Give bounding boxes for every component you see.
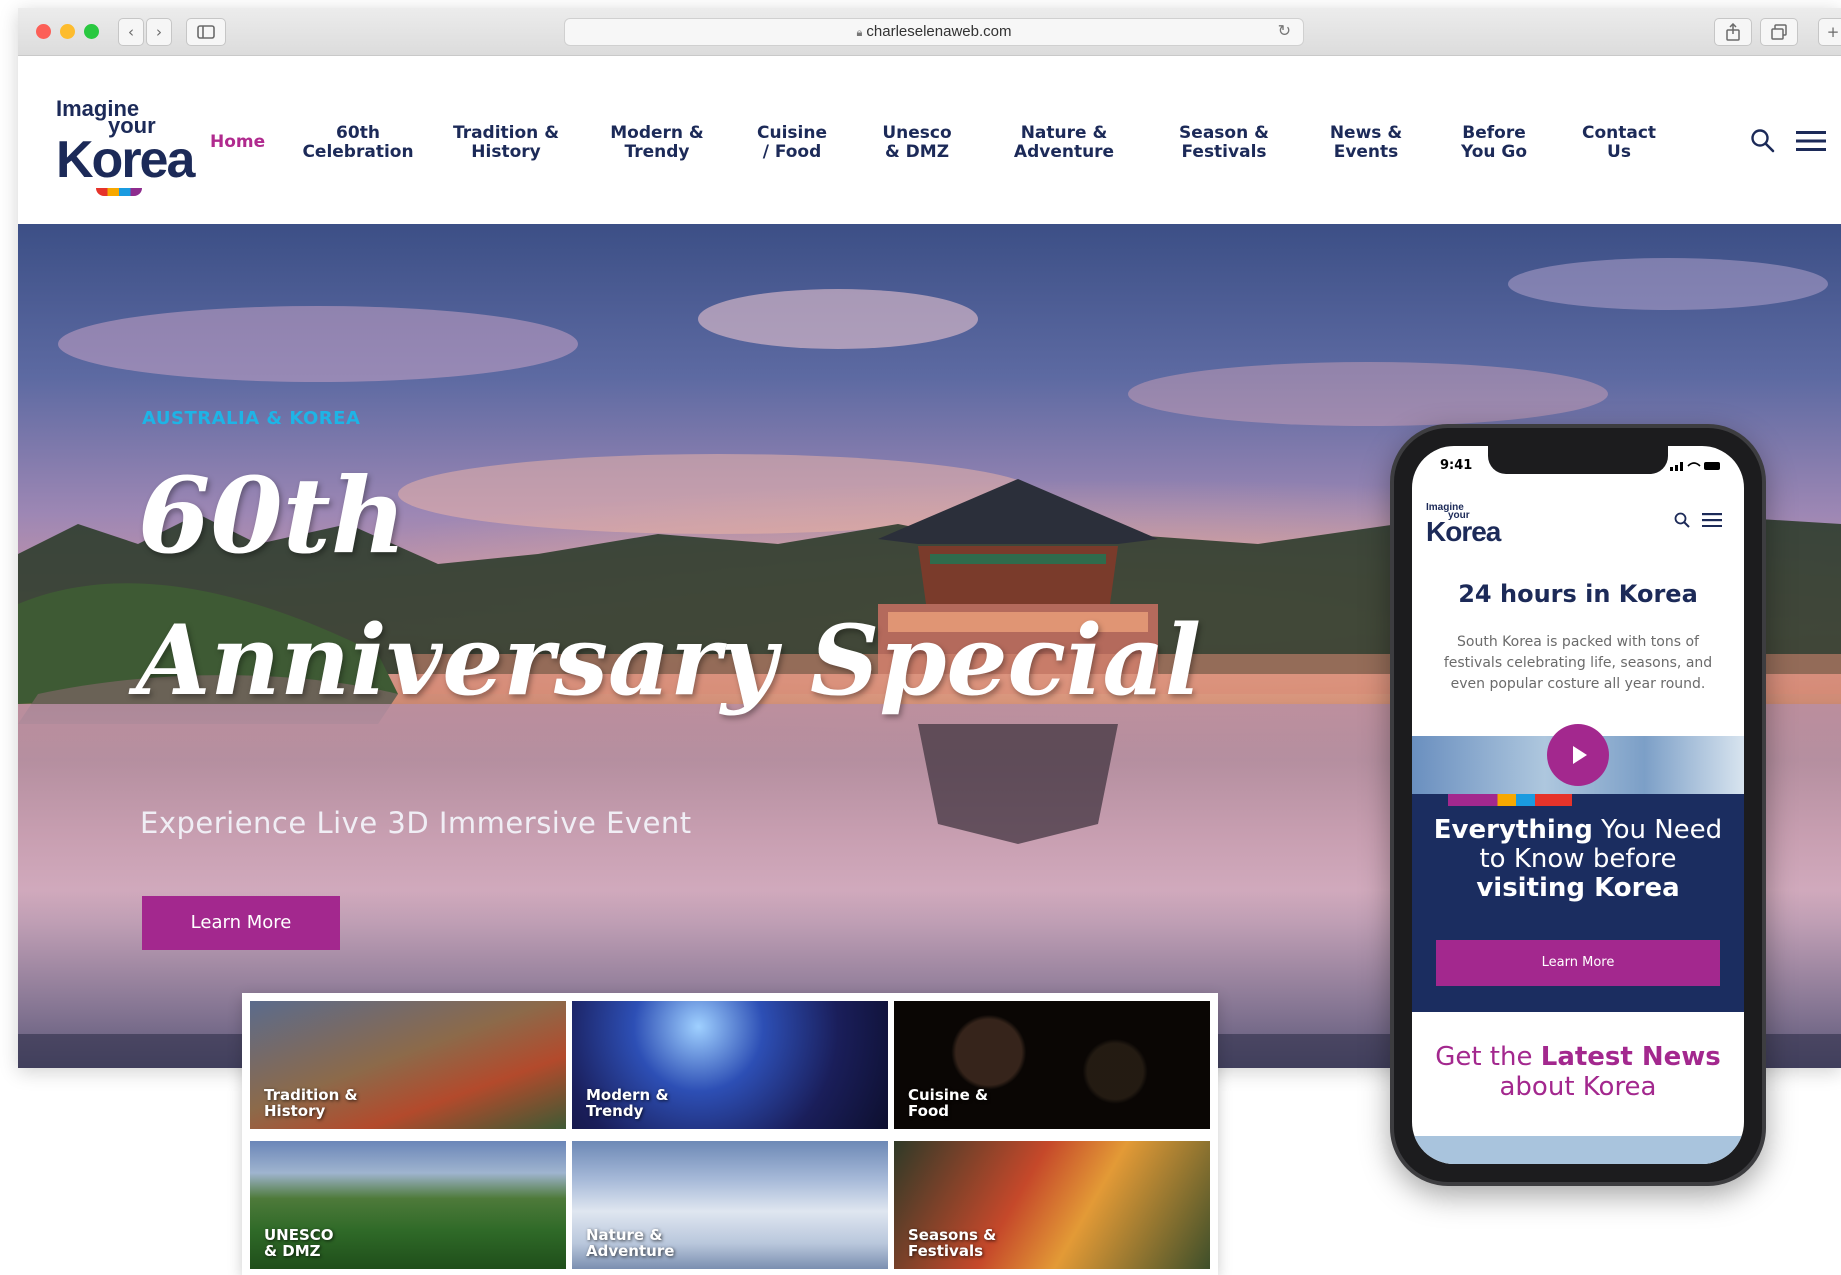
mobile-feature-title: Everything You Need to Know before visit… bbox=[1422, 816, 1734, 903]
url-text: charleselenaweb.com bbox=[866, 23, 1012, 40]
tile-tradition-history[interactable]: Tradition & History bbox=[250, 1001, 566, 1129]
tile-label: Nature & Adventure bbox=[586, 1226, 675, 1260]
status-icons bbox=[1670, 462, 1720, 471]
share-icon bbox=[1726, 22, 1740, 41]
search-icon[interactable] bbox=[1750, 128, 1776, 154]
sidebar-icon bbox=[197, 25, 215, 39]
mobile-logo-korea: Korea bbox=[1426, 516, 1501, 547]
phone-notch bbox=[1488, 446, 1668, 474]
nav-home[interactable]: Home bbox=[210, 133, 265, 152]
mobile-menu-icon[interactable] bbox=[1702, 513, 1722, 527]
mobile-bottom-image bbox=[1412, 1136, 1744, 1164]
minimize-window-button[interactable] bbox=[60, 24, 75, 39]
tabs-overview-button[interactable] bbox=[1760, 18, 1798, 46]
nav-60th-celebration[interactable]: 60th Celebration bbox=[290, 124, 426, 162]
mobile-news-heading: Get the Latest News about Korea bbox=[1412, 1042, 1744, 1102]
play-icon bbox=[1573, 746, 1587, 764]
tile-label: Modern & Trendy bbox=[586, 1086, 669, 1120]
nav-before-you-go[interactable]: Before You Go bbox=[1448, 124, 1540, 162]
nav-cuisine-food[interactable]: Cuisine / Food bbox=[746, 124, 838, 162]
learn-more-button[interactable]: Learn More bbox=[142, 896, 340, 950]
nav-nature-adventure[interactable]: Nature & Adventure bbox=[992, 124, 1136, 162]
news-heading-plain: Get the bbox=[1435, 1042, 1541, 1072]
hero-title-line-1: 60th bbox=[138, 454, 407, 577]
site-header: Imagine your Korea Home 60th Celebration… bbox=[18, 56, 1841, 224]
news-heading-bold: Latest News bbox=[1540, 1042, 1721, 1072]
mobile-logo[interactable]: Imagine your Korea bbox=[1426, 502, 1506, 554]
logo-text-korea: Korea bbox=[56, 131, 195, 189]
hero-kicker: AUSTRALIA & KOREA bbox=[142, 408, 361, 429]
news-heading-line-2: about Korea bbox=[1499, 1072, 1657, 1102]
play-button[interactable] bbox=[1547, 724, 1609, 786]
feature-title-line-2: to Know before bbox=[1479, 844, 1677, 874]
tile-label: Cuisine & Food bbox=[908, 1086, 989, 1120]
tile-label: UNESCO & DMZ bbox=[264, 1226, 334, 1260]
hero-title-line-2: Anniversary Special bbox=[136, 604, 1202, 717]
close-window-button[interactable] bbox=[36, 24, 51, 39]
address-bar[interactable]: 🔒︎ charleselenaweb.com ↻ bbox=[564, 18, 1304, 46]
nav-unesco-dmz[interactable]: Unesco & DMZ bbox=[872, 124, 962, 162]
forward-button[interactable]: › bbox=[146, 18, 172, 46]
mobile-color-stripe bbox=[1448, 794, 1572, 806]
nav-contact-us[interactable]: Contact Us bbox=[1568, 124, 1670, 162]
hero-subtitle: Experience Live 3D Immersive Event bbox=[140, 806, 692, 840]
menu-icon[interactable] bbox=[1796, 130, 1826, 152]
tile-unesco-dmz[interactable]: UNESCO & DMZ bbox=[250, 1141, 566, 1269]
status-time: 9:41 bbox=[1440, 458, 1473, 473]
logo-color-stripe bbox=[96, 188, 142, 196]
share-button[interactable] bbox=[1714, 18, 1752, 46]
phone-screen: 9:41 Imagine your Korea 24 hours in Kore… bbox=[1412, 446, 1744, 1164]
tile-modern-trendy[interactable]: Modern & Trendy bbox=[572, 1001, 888, 1129]
reload-icon[interactable]: ↻ bbox=[1278, 19, 1291, 45]
feature-title-rest-1: You Need bbox=[1592, 815, 1723, 845]
mobile-search-icon[interactable] bbox=[1674, 512, 1690, 528]
new-tab-button[interactable]: + bbox=[1818, 18, 1841, 46]
lock-icon: 🔒︎ bbox=[856, 27, 863, 39]
tabs-icon bbox=[1771, 24, 1787, 40]
tile-label: Tradition & History bbox=[264, 1086, 358, 1120]
zoom-window-button[interactable] bbox=[84, 24, 99, 39]
sidebar-toggle-button[interactable] bbox=[186, 18, 226, 46]
feature-title-bold-1: Everything bbox=[1433, 815, 1593, 845]
nav-news-events[interactable]: News & Events bbox=[1316, 124, 1416, 162]
mobile-learn-more-button[interactable]: Learn More bbox=[1436, 940, 1720, 986]
mobile-section-body: South Korea is packed with tons of festi… bbox=[1443, 634, 1713, 692]
nav-modern-trendy[interactable]: Modern & Trendy bbox=[598, 124, 716, 162]
tile-cuisine-food[interactable]: Cuisine & Food bbox=[894, 1001, 1210, 1129]
back-button[interactable]: ‹ bbox=[118, 18, 144, 46]
nav-tradition-history[interactable]: Tradition & History bbox=[444, 124, 568, 162]
category-tile-grid: Tradition & History Modern & Trendy Cuis… bbox=[242, 993, 1218, 1275]
browser-toolbar: ‹ › 🔒︎ charleselenaweb.com ↻ + bbox=[18, 8, 1841, 56]
tile-seasons-festivals[interactable]: Seasons & Festivals bbox=[894, 1141, 1210, 1269]
mobile-section-title: 24 hours in Korea bbox=[1458, 580, 1698, 608]
main-nav: Home 60th Celebration Tradition & Histor… bbox=[208, 56, 1826, 224]
nav-season-festivals[interactable]: Season & Festivals bbox=[1160, 124, 1288, 162]
tile-label: Seasons & Festivals bbox=[908, 1226, 997, 1260]
tile-nature-adventure[interactable]: Nature & Adventure bbox=[572, 1141, 888, 1269]
phone-mockup: 9:41 Imagine your Korea 24 hours in Kore… bbox=[1390, 424, 1766, 1186]
feature-title-bold-3: visiting Korea bbox=[1476, 873, 1680, 903]
site-logo[interactable]: Imagine your Korea bbox=[56, 96, 196, 196]
